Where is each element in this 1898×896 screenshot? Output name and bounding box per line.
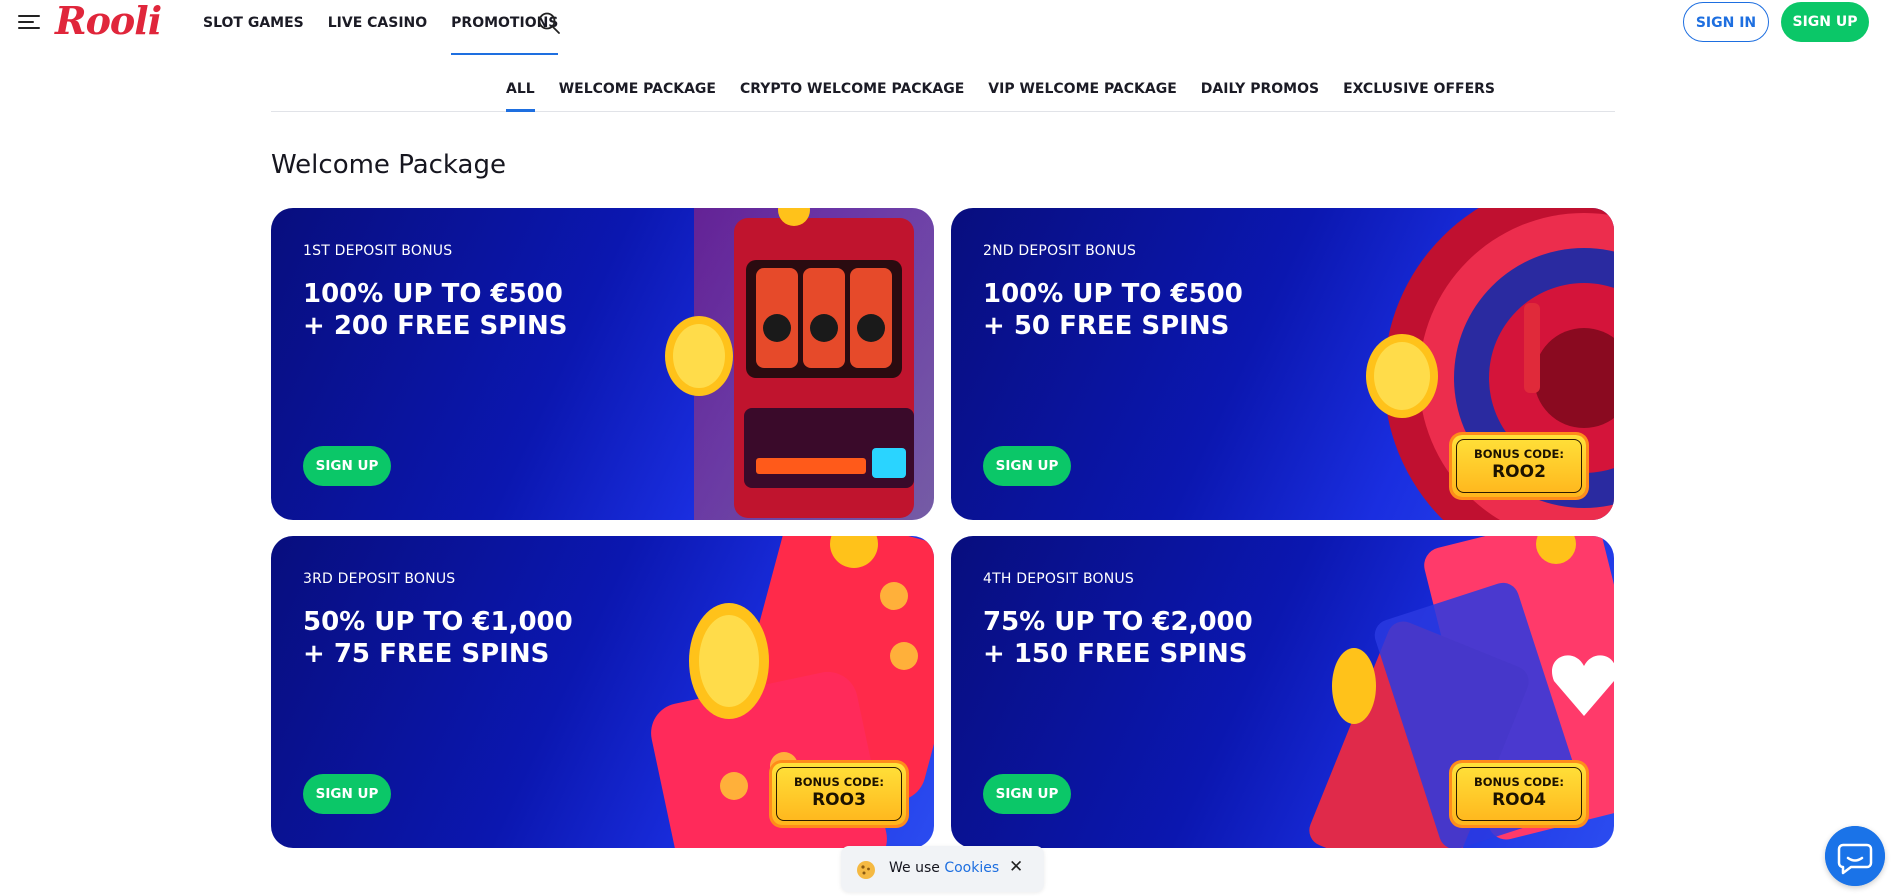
tab-welcome-package[interactable]: WELCOME PACKAGE <box>559 69 716 111</box>
rooli-logo[interactable]: Rooli <box>55 0 162 43</box>
bonus-code-label: BONUS CODE: <box>1473 775 1564 789</box>
slot-machine-illustration <box>665 208 934 520</box>
section-title: Welcome Package <box>271 150 506 180</box>
promo-card-4th-deposit[interactable]: 4TH DEPOSIT BONUS 75% UP TO €2,000 + 150… <box>951 536 1614 848</box>
card-headline-line2: + 200 FREE SPINS <box>303 311 568 341</box>
card-eyebrow: 1ST DEPOSIT BONUS <box>303 243 453 259</box>
tab-all[interactable]: ALL <box>506 69 535 112</box>
promo-tabs: ALL WELCOME PACKAGE CRYPTO WELCOME PACKA… <box>271 69 1615 112</box>
card-headline-line1: 50% UP TO €1,000 <box>303 607 573 637</box>
cookie-message: We use <box>889 860 940 876</box>
bonus-code-value: ROO3 <box>812 790 866 810</box>
card-eyebrow: 3RD DEPOSIT BONUS <box>303 571 456 587</box>
cookie-icon <box>857 861 875 879</box>
cookies-link[interactable]: Cookies <box>944 860 999 876</box>
card-headline: 50% UP TO €1,000 + 75 FREE SPINS <box>303 606 573 670</box>
bonus-code-badge: BONUS CODE: ROO4 <box>1452 763 1586 825</box>
bonus-code-value: ROO2 <box>1492 462 1546 482</box>
card-sign-up-button[interactable]: SIGN UP <box>983 774 1071 814</box>
main-nav: SLOT GAMES LIVE CASINO PROMOTIONS <box>203 0 582 55</box>
card-sign-up-button[interactable]: SIGN UP <box>303 446 391 486</box>
search-icon[interactable] <box>537 11 561 35</box>
bonus-code-label: BONUS CODE: <box>793 775 884 789</box>
card-headline: 100% UP TO €500 + 50 FREE SPINS <box>983 278 1243 342</box>
chat-icon[interactable] <box>1825 826 1885 886</box>
card-headline: 100% UP TO €500 + 200 FREE SPINS <box>303 278 567 342</box>
cookie-banner: We use Cookies ✕ <box>841 846 1044 892</box>
card-headline-line2: + 50 FREE SPINS <box>983 311 1230 341</box>
card-headline-line2: + 150 FREE SPINS <box>983 639 1248 669</box>
nav-slot-games[interactable]: SLOT GAMES <box>203 0 304 55</box>
card-headline-line1: 75% UP TO €2,000 <box>983 607 1253 637</box>
card-eyebrow: 2ND DEPOSIT BONUS <box>983 243 1137 259</box>
nav-live-casino[interactable]: LIVE CASINO <box>328 0 427 55</box>
card-headline: 75% UP TO €2,000 + 150 FREE SPINS <box>983 606 1253 670</box>
tab-crypto-welcome-package[interactable]: CRYPTO WELCOME PACKAGE <box>740 69 964 111</box>
tab-vip-welcome-package[interactable]: VIP WELCOME PACKAGE <box>988 69 1176 111</box>
card-headline-line2: + 75 FREE SPINS <box>303 639 550 669</box>
promo-card-2nd-deposit[interactable]: 2ND DEPOSIT BONUS 100% UP TO €500 + 50 F… <box>951 208 1614 520</box>
tab-exclusive-offers[interactable]: EXCLUSIVE OFFERS <box>1343 69 1495 111</box>
sign-in-button[interactable]: SIGN IN <box>1683 2 1769 42</box>
tab-daily-promos[interactable]: DAILY PROMOS <box>1201 69 1319 111</box>
promo-card-3rd-deposit[interactable]: 3RD DEPOSIT BONUS 50% UP TO €1,000 + 75 … <box>271 536 934 848</box>
bonus-code-label: BONUS CODE: <box>1473 447 1564 461</box>
bonus-code-badge: BONUS CODE: ROO3 <box>772 763 906 825</box>
card-headline-line1: 100% UP TO €500 <box>983 279 1243 309</box>
close-icon[interactable]: ✕ <box>1009 857 1023 877</box>
cookie-text: We use Cookies <box>889 860 999 876</box>
card-sign-up-button[interactable]: SIGN UP <box>303 774 391 814</box>
bonus-code-value: ROO4 <box>1492 790 1546 810</box>
bonus-code-badge: BONUS CODE: ROO2 <box>1452 435 1586 497</box>
top-header: Rooli SLOT GAMES LIVE CASINO PROMOTIONS … <box>0 0 1898 55</box>
card-eyebrow: 4TH DEPOSIT BONUS <box>983 571 1134 587</box>
promo-card-1st-deposit[interactable]: 1ST DEPOSIT BONUS 100% UP TO €500 + 200 … <box>271 208 934 520</box>
card-sign-up-button[interactable]: SIGN UP <box>983 446 1071 486</box>
hamburger-menu-icon[interactable] <box>18 13 40 31</box>
card-headline-line1: 100% UP TO €500 <box>303 279 563 309</box>
sign-up-button[interactable]: SIGN UP <box>1781 2 1869 42</box>
